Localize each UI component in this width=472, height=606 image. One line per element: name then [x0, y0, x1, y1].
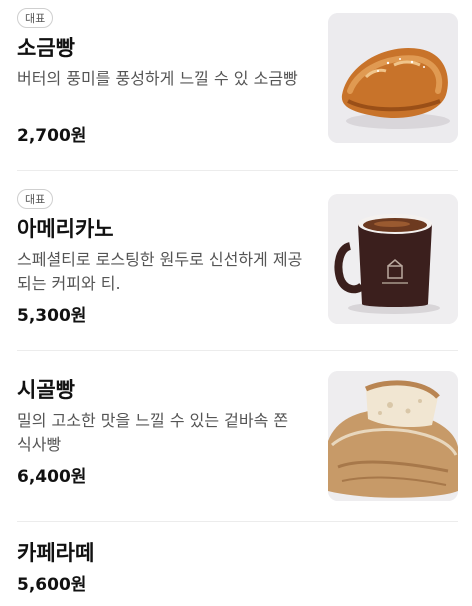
- menu-item-price: 2,700원: [17, 126, 87, 146]
- country-bread-image[interactable]: [328, 371, 458, 501]
- menu-item-name: 아메리카노: [17, 217, 114, 241]
- menu-item-americano[interactable]: 대표 아메리카노 스페셜티로 로스팅한 원두로 신선하게 제공되는 커피와 티.…: [0, 171, 472, 351]
- menu-list: 대표 소금빵 버터의 풍미를 풍성하게 느낄 수 있 소금빵 2,700원 대표…: [0, 0, 472, 606]
- menu-item-description: 버터의 풍미를 풍성하게 느낄 수 있 소금빵: [17, 69, 298, 88]
- menu-item-price: 5,600원: [17, 575, 87, 595]
- menu-item-name: 카페라떼: [17, 541, 95, 565]
- signature-badge: 대표: [17, 189, 54, 209]
- signature-badge: 대표: [17, 8, 54, 28]
- menu-item-price: 6,400원: [17, 467, 87, 487]
- menu-item-country-bread[interactable]: 시골빵 밀의 고소한 맛을 느낄 수 있는 겉바속 쫀 식사빵 6,400원: [0, 351, 472, 521]
- menu-item-description: 스페셜티로 로스팅한 원두로 신선하게 제공되는 커피와 티.: [17, 250, 303, 293]
- salt-bread-image[interactable]: [328, 13, 458, 143]
- menu-item-name: 소금빵: [17, 36, 75, 60]
- menu-item-salt-bread[interactable]: 대표 소금빵 버터의 풍미를 풍성하게 느낄 수 있 소금빵 2,700원: [0, 0, 472, 170]
- menu-item-cafe-latte[interactable]: 카페라떼 5,600원: [0, 522, 472, 606]
- menu-item-name: 시골빵: [17, 378, 75, 402]
- menu-item-description: 밀의 고소한 맛을 느낄 수 있는 겉바속 쫀 식사빵: [17, 411, 289, 454]
- menu-item-price: 5,300원: [17, 306, 87, 326]
- americano-mug-image[interactable]: [328, 194, 458, 324]
